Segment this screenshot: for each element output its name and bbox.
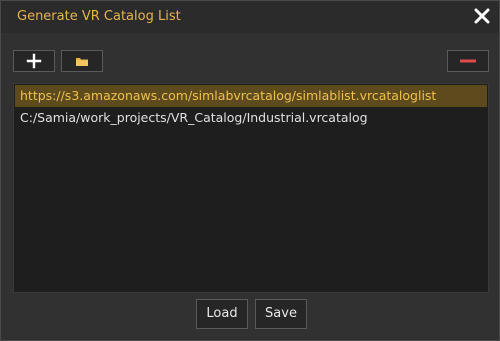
dialog-title: Generate VR Catalog List — [17, 9, 181, 24]
title-bar[interactable]: Generate VR Catalog List — [1, 1, 499, 33]
minus-icon — [460, 59, 476, 63]
close-icon — [474, 8, 490, 24]
list-item[interactable]: C:/Samia/work_projects/VR_Catalog/Indust… — [15, 107, 487, 129]
catalog-list[interactable]: https://s3.amazonaws.com/simlabvrcatalog… — [13, 83, 489, 293]
remove-catalog-button[interactable] — [447, 50, 489, 72]
folder-icon — [76, 58, 88, 66]
generate-vr-catalog-dialog: Generate VR Catalog List https://s3.amaz… — [0, 0, 500, 341]
plus-icon — [26, 53, 42, 69]
load-button[interactable]: Load — [196, 299, 248, 329]
save-button[interactable]: Save — [255, 299, 307, 329]
add-catalog-button[interactable] — [13, 50, 55, 72]
close-button[interactable] — [471, 5, 493, 27]
browse-folder-button[interactable] — [61, 50, 103, 72]
list-item[interactable]: https://s3.amazonaws.com/simlabvrcatalog… — [15, 85, 487, 107]
